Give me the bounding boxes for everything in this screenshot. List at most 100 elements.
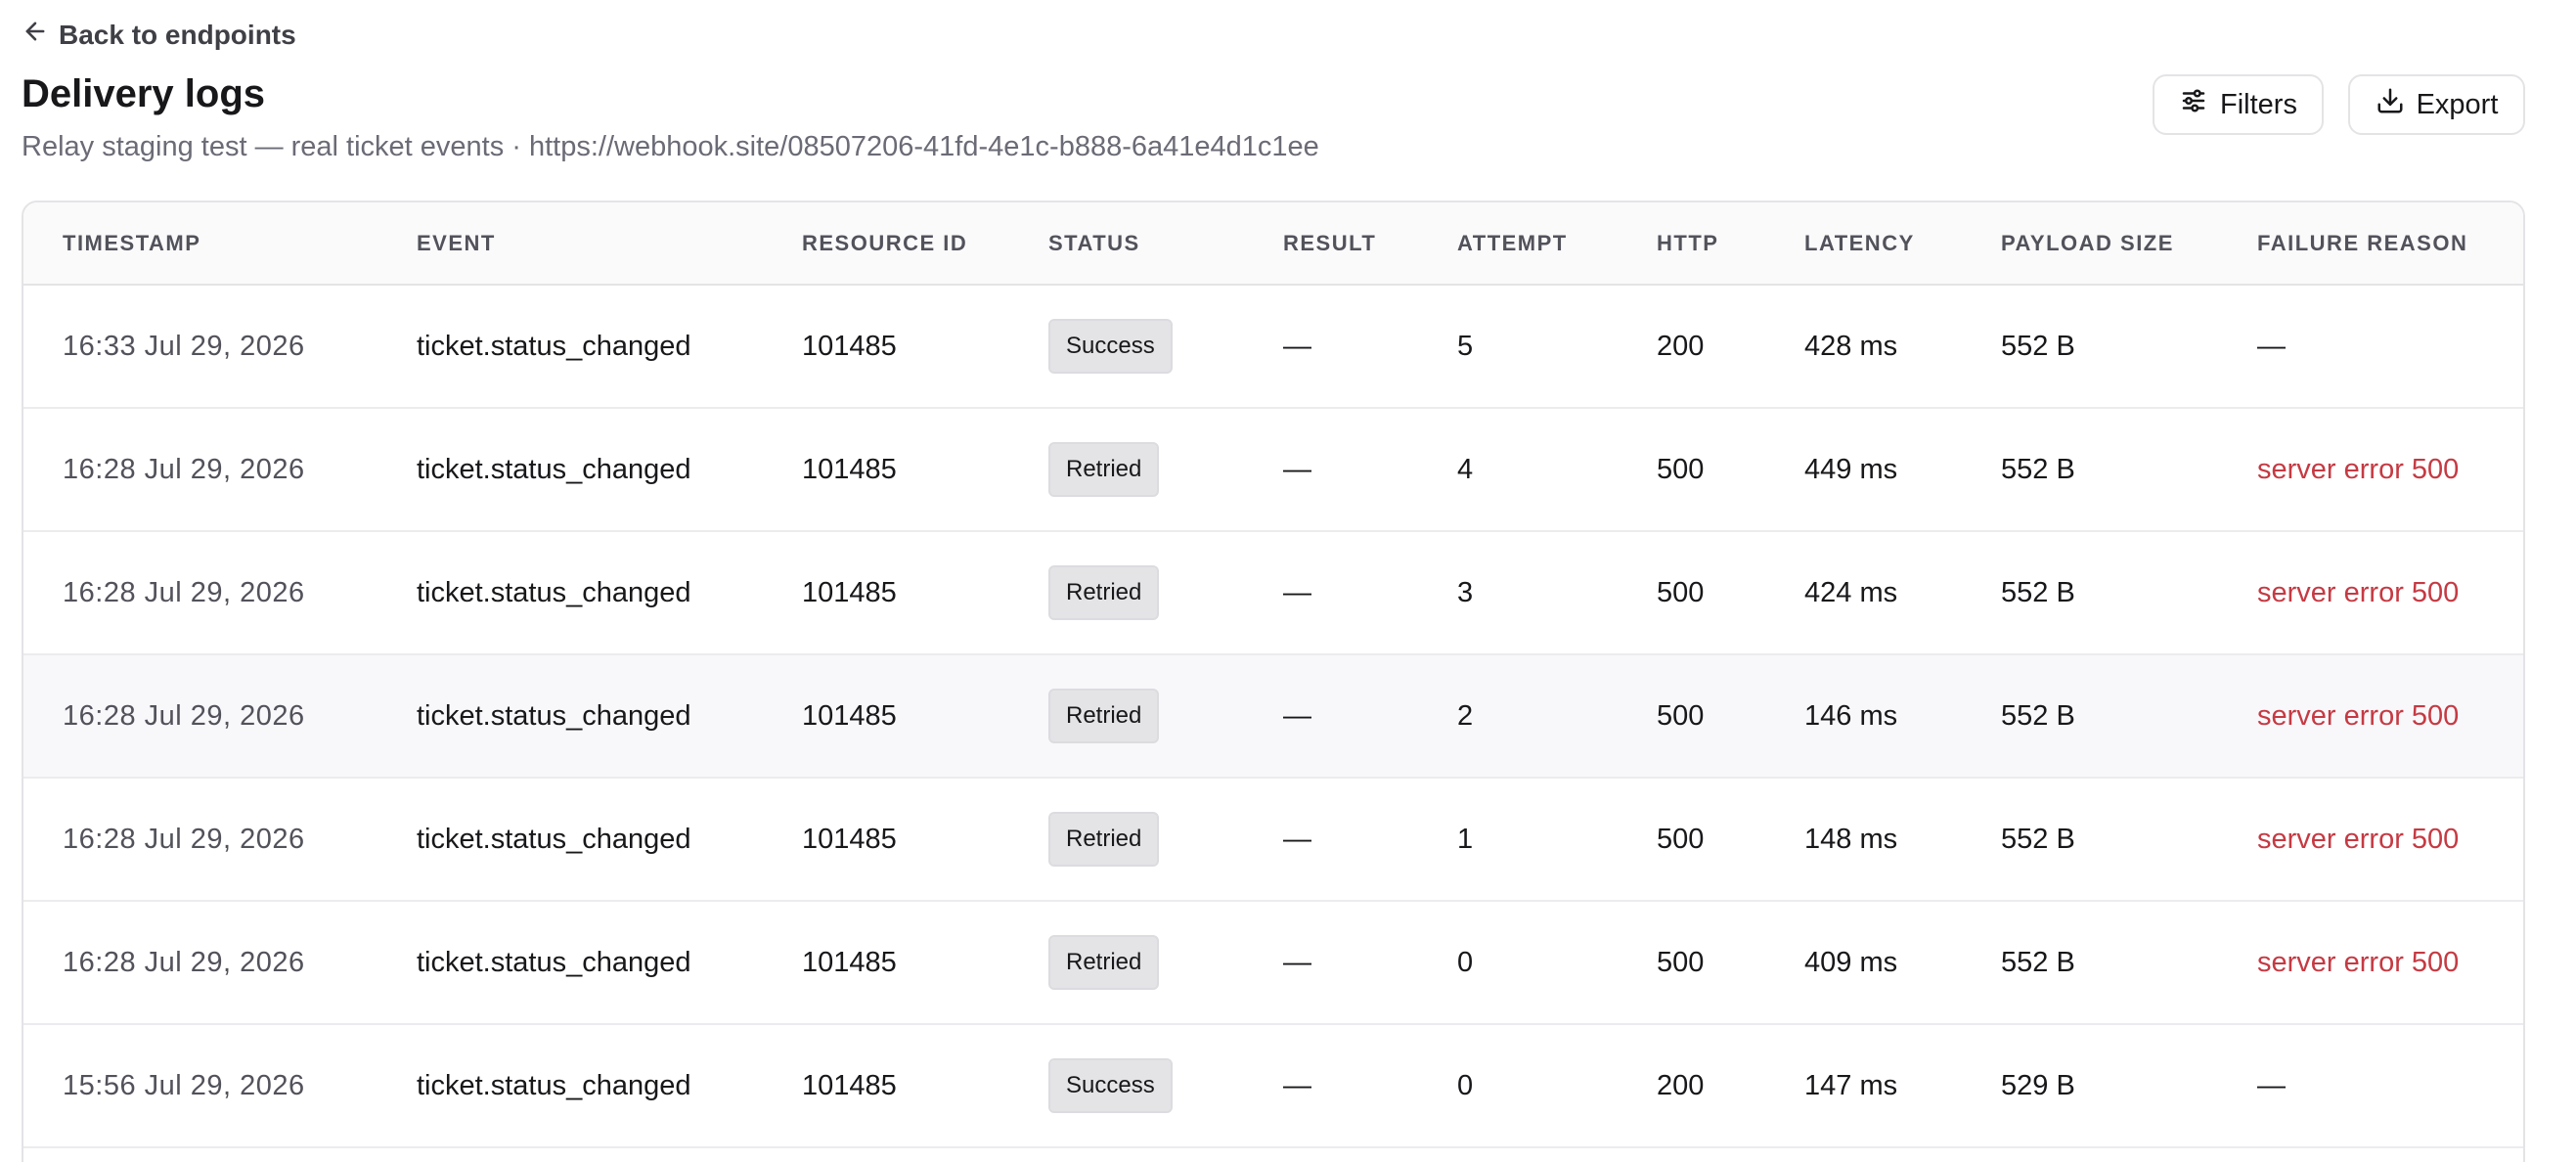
cell-result: — bbox=[1283, 453, 1311, 485]
table-row[interactable]: 16:28 Jul 29, 2026 ticket.status_changed… bbox=[23, 408, 2523, 531]
column-header-http: HTTP bbox=[1618, 202, 1765, 286]
cell-latency: 428 ms bbox=[1804, 330, 1898, 362]
cell-payload-size: 529 B bbox=[2001, 1069, 2075, 1101]
column-header-resource-id: RESOURCE ID bbox=[763, 202, 1009, 286]
cell-failure-reason: server error 500 bbox=[2257, 576, 2460, 608]
cell-status: Retried bbox=[1009, 654, 1244, 778]
cell-latency: 148 ms bbox=[1804, 823, 1898, 855]
table-row[interactable]: 16:28 Jul 29, 2026 ticket.status_changed… bbox=[23, 901, 2523, 1024]
table-row[interactable]: 16:28 Jul 29, 2026 ticket.status_changed… bbox=[23, 654, 2523, 778]
cell-http: 500 bbox=[1657, 946, 1705, 978]
column-header-event: EVENT bbox=[378, 202, 763, 286]
column-header-failure-reason: FAILURE REASON bbox=[2218, 202, 2523, 286]
column-header-result: RESULT bbox=[1244, 202, 1418, 286]
cell-payload-size: 552 B bbox=[2001, 453, 2075, 485]
filters-label: Filters bbox=[2220, 88, 2297, 120]
cell-timestamp: 16:33 Jul 29, 2026 bbox=[63, 330, 305, 362]
cell-attempt: 1 bbox=[1457, 823, 1474, 855]
cell-status: Retried bbox=[1009, 901, 1244, 1024]
endpoint-subtitle: Relay staging test — real ticket events … bbox=[22, 131, 1319, 162]
cell-result: — bbox=[1283, 1069, 1311, 1101]
column-header-timestamp: TIMESTAMP bbox=[23, 202, 378, 286]
cell-timestamp: 16:28 Jul 29, 2026 bbox=[63, 699, 305, 732]
cell-status: Retried bbox=[1009, 531, 1244, 654]
cell-result: — bbox=[1283, 330, 1311, 362]
page-title: Delivery logs bbox=[22, 72, 266, 115]
cell-payload-size: 552 B bbox=[2001, 946, 2075, 978]
cell-timestamp: 16:28 Jul 29, 2026 bbox=[63, 453, 305, 485]
status-badge: Retried bbox=[1048, 689, 1160, 743]
cell-http: 500 bbox=[1657, 699, 1705, 732]
cell-status: Success bbox=[1009, 285, 1244, 408]
cell-timestamp: 15:56 Jul 29, 2026 bbox=[63, 1069, 305, 1101]
cell-payload-size: 552 B bbox=[2001, 330, 2075, 362]
cell-http: 200 bbox=[1657, 1069, 1705, 1101]
status-badge: Retried bbox=[1048, 935, 1160, 990]
cell-attempt: 5 bbox=[1457, 330, 1474, 362]
export-button[interactable]: Export bbox=[2348, 74, 2525, 135]
status-badge: Retried bbox=[1048, 812, 1160, 867]
cell-latency: 146 ms bbox=[1804, 699, 1898, 732]
status-badge: Retried bbox=[1048, 442, 1160, 497]
cell-resource-id: 101485 bbox=[802, 453, 897, 485]
cell-http: 500 bbox=[1657, 823, 1705, 855]
status-badge: Success bbox=[1048, 319, 1173, 374]
column-header-attempt: ATTEMPT bbox=[1418, 202, 1618, 286]
cell-status: Success bbox=[1009, 1024, 1244, 1147]
delivery-logs-table: TIMESTAMP EVENT RESOURCE ID STATUS RESUL… bbox=[22, 201, 2525, 1162]
cell-payload-size: 552 B bbox=[2001, 699, 2075, 732]
filters-button[interactable]: Filters bbox=[2153, 74, 2324, 135]
cell-event: ticket.status_changed bbox=[417, 823, 691, 855]
column-header-payload-size: PAYLOAD SIZE bbox=[1962, 202, 2218, 286]
cell-http: 500 bbox=[1657, 453, 1705, 485]
cell-result: — bbox=[1283, 823, 1311, 855]
delivery-logs-page: Back to endpoints Delivery logs Relay st… bbox=[0, 0, 2576, 1162]
table-header-row: TIMESTAMP EVENT RESOURCE ID STATUS RESUL… bbox=[23, 202, 2523, 286]
cell-payload-size: 552 B bbox=[2001, 576, 2075, 608]
cell-event: ticket.status_changed bbox=[417, 1069, 691, 1101]
table-row[interactable]: 16:33 Jul 29, 2026 ticket.status_changed… bbox=[23, 285, 2523, 408]
cell-event: ticket.status_changed bbox=[417, 576, 691, 608]
cell-attempt: 0 bbox=[1457, 946, 1474, 978]
cell-attempt: 2 bbox=[1457, 699, 1474, 732]
cell-failure-reason: server error 500 bbox=[2257, 946, 2460, 978]
table-row[interactable]: 15:56 Jul 29, 2026 ticket.status_changed… bbox=[23, 1024, 2523, 1147]
status-badge: Retried bbox=[1048, 565, 1160, 620]
cell-resource-id: 101485 bbox=[802, 699, 897, 732]
cell-failure-reason: — bbox=[2257, 330, 2286, 362]
back-link-label: Back to endpoints bbox=[59, 19, 296, 50]
cell-failure-reason: — bbox=[2257, 1069, 2286, 1101]
cell-failure-reason: server error 500 bbox=[2257, 453, 2460, 485]
cell-latency: 424 ms bbox=[1804, 576, 1898, 608]
cell-result: — bbox=[1283, 946, 1311, 978]
cell-result: — bbox=[1283, 576, 1311, 608]
column-header-latency: LATENCY bbox=[1765, 202, 1962, 286]
cell-attempt: 0 bbox=[1457, 1069, 1474, 1101]
cell-timestamp: 16:28 Jul 29, 2026 bbox=[63, 576, 305, 608]
cell-payload-size: 552 B bbox=[2001, 823, 2075, 855]
cell-event: ticket.status_changed bbox=[417, 453, 691, 485]
cell-attempt: 4 bbox=[1457, 453, 1474, 485]
cell-resource-id: 101485 bbox=[802, 1069, 897, 1101]
arrow-left-icon bbox=[22, 18, 49, 52]
cell-latency: 147 ms bbox=[1804, 1069, 1898, 1101]
cell-resource-id: 101485 bbox=[802, 946, 897, 978]
cell-latency: 409 ms bbox=[1804, 946, 1898, 978]
back-to-endpoints-link[interactable]: Back to endpoints bbox=[22, 18, 296, 52]
cell-resource-id: 101485 bbox=[802, 330, 897, 362]
table-row[interactable]: 16:28 Jul 29, 2026 ticket.status_changed… bbox=[23, 531, 2523, 654]
cell-latency: 449 ms bbox=[1804, 453, 1898, 485]
cell-event: ticket.status_changed bbox=[417, 330, 691, 362]
table-row[interactable]: 16:28 Jul 29, 2026 ticket.status_changed… bbox=[23, 778, 2523, 901]
cell-event: ticket.status_changed bbox=[417, 946, 691, 978]
cell-event: ticket.status_changed bbox=[417, 699, 691, 732]
cell-attempt: 3 bbox=[1457, 576, 1474, 608]
cell-timestamp: 16:28 Jul 29, 2026 bbox=[63, 946, 305, 978]
download-icon bbox=[2376, 86, 2405, 123]
cell-http: 500 bbox=[1657, 576, 1705, 608]
cell-failure-reason: server error 500 bbox=[2257, 823, 2460, 855]
cell-timestamp: 16:28 Jul 29, 2026 bbox=[63, 823, 305, 855]
cell-resource-id: 101485 bbox=[802, 823, 897, 855]
cell-status: Retried bbox=[1009, 408, 1244, 531]
cell-http: 200 bbox=[1657, 330, 1705, 362]
